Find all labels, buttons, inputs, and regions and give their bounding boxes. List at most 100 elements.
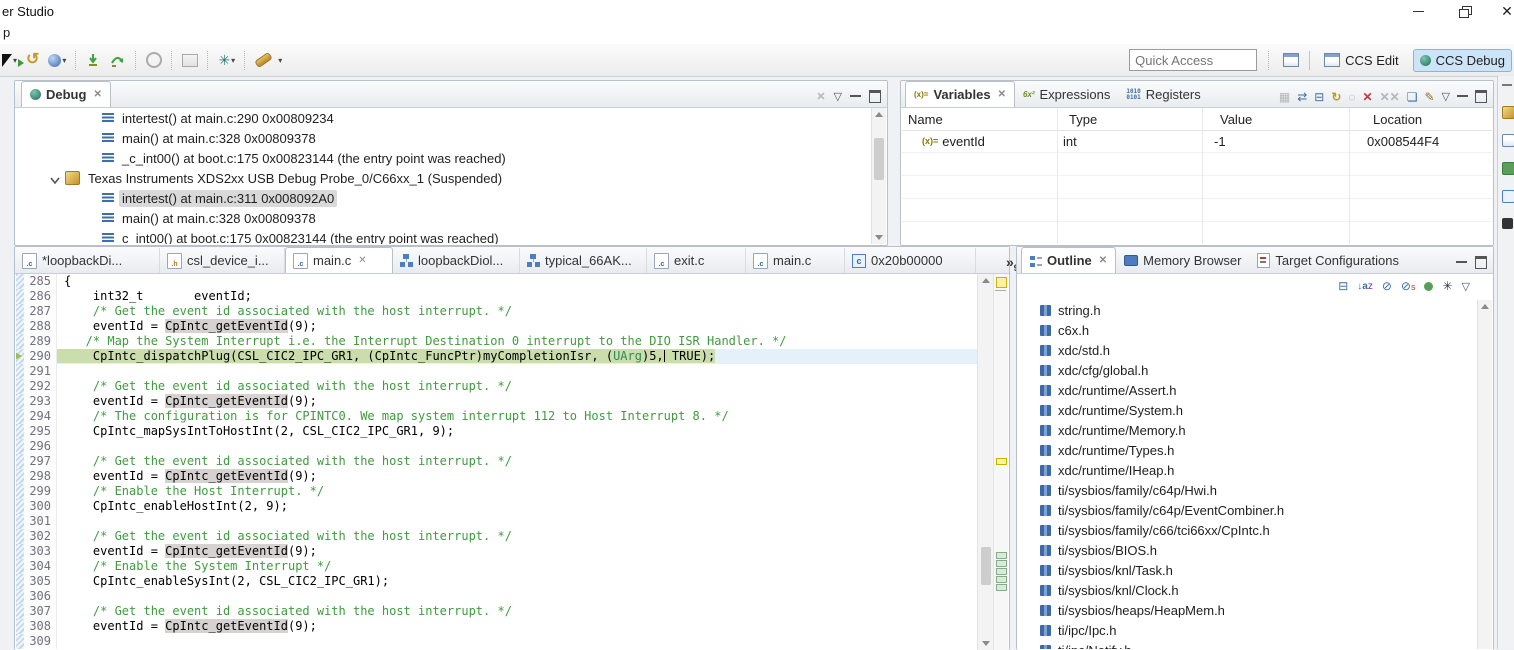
outline-item[interactable]: xdc/runtime/System.h (1018, 400, 1478, 420)
perspective-ccs-debug[interactable]: CCS Debug (1412, 48, 1512, 72)
debug-frame-row[interactable]: main() at main.c:328 0x00809378 (16, 128, 872, 148)
refresh-icon[interactable]: ↻ (1331, 91, 1341, 103)
highlight-button[interactable]: ▾ (253, 51, 284, 69)
trim-view-icon[interactable] (1502, 106, 1514, 119)
trim-view-icon[interactable] (1502, 190, 1514, 203)
code-line[interactable]: 306 (16, 589, 978, 604)
code-line[interactable]: 294 /* The configuration is for CPINTC0.… (16, 409, 978, 424)
debug-frame-row[interactable]: main() at main.c:328 0x00809378 (16, 208, 872, 228)
code-line[interactable]: 299 /* Enable the Host Interrupt. */ (16, 484, 978, 499)
code-line[interactable]: 290 CpIntc_dispatchPlug(CSL_CIC2_IPC_GR1… (16, 349, 978, 364)
editor-tab-main-c[interactable]: .c main.c (746, 248, 845, 273)
tab-target-configurations[interactable]: Target Configurations (1249, 248, 1407, 273)
outline-item[interactable]: xdc/cfg/global.h (1018, 360, 1478, 380)
quick-access-input[interactable] (1129, 49, 1258, 71)
column-name[interactable]: Name (902, 112, 1063, 127)
connect-target-button[interactable]: ▾ (46, 52, 68, 69)
close-icon[interactable]: ✕ (998, 89, 1006, 100)
code-line[interactable]: 292 /* Get the event id associated with … (16, 379, 978, 394)
close-icon[interactable]: ✕ (93, 89, 101, 100)
show-type-names-icon[interactable]: ▦ (1279, 91, 1290, 103)
tab-variables[interactable]: (x)= Variables ✕ (905, 81, 1015, 107)
change-marker[interactable] (996, 576, 1007, 583)
tab-memory-browser[interactable]: Memory Browser (1116, 248, 1249, 273)
outline-item[interactable]: ti/sysbios/family/c64p/EventCombiner.h (1018, 500, 1478, 520)
outline-item[interactable]: xdc/std.h (1018, 340, 1478, 360)
outline-item[interactable]: xdc/runtime/Types.h (1018, 440, 1478, 460)
open-perspective-button[interactable] (1281, 51, 1301, 69)
minimize-button[interactable] (1403, 3, 1433, 19)
remove-terminated-icon[interactable]: ✕ (816, 90, 825, 103)
code-line[interactable]: 291 (16, 364, 978, 379)
sort-alphabetically-icon[interactable]: ↓az (1357, 281, 1373, 292)
code-line[interactable]: 301 (16, 514, 978, 529)
maximize-view-icon[interactable] (1475, 256, 1487, 269)
code-line[interactable]: 305 CpIntc_enableSysInt(2, CSL_CIC2_IPC_… (16, 574, 978, 589)
suspend-button[interactable] (144, 50, 164, 70)
outline-item[interactable]: xdc/runtime/Memory.h (1018, 420, 1478, 440)
trace-button[interactable]: ✳ ▾ (216, 52, 237, 69)
code-line[interactable]: 307 /* Get the event id associated with … (16, 604, 978, 619)
new-watch-icon[interactable]: ❏ (1407, 91, 1418, 103)
code-line[interactable]: 293 eventId = CpIntc_getEventId(9); (16, 394, 978, 409)
view-menu-icon[interactable]: ▽ (834, 90, 842, 103)
collapse-all-icon[interactable]: ⊟ (1338, 279, 1348, 293)
code-line[interactable]: 295 CpIntc_mapSysIntToHostInt(2, CSL_CIC… (16, 424, 978, 439)
tab-debug[interactable]: Debug ✕ (21, 81, 111, 107)
console-button[interactable] (180, 52, 200, 69)
code-line[interactable]: 308 eventId = CpIntc_getEventId(9); (16, 619, 978, 634)
outline-item[interactable]: ti/sysbios/BIOS.h (1018, 540, 1478, 560)
minimize-view-icon[interactable] (1457, 92, 1468, 97)
show-logical-structure-icon[interactable]: ⇄ (1297, 91, 1307, 103)
code-line[interactable]: 296 (16, 439, 978, 454)
code-line[interactable]: 286 int32_t eventId; (16, 289, 978, 304)
restore-button[interactable] (1450, 3, 1480, 19)
column-value[interactable]: Value (1214, 112, 1367, 127)
code-line[interactable]: 287 /* Get the event id associated with … (16, 304, 978, 319)
overview-ruler[interactable] (993, 274, 1008, 650)
debug-frame-row[interactable]: Texas Instruments XDS2xx USB Debug Probe… (16, 168, 872, 188)
outline-item[interactable]: string.h (1018, 300, 1478, 320)
outline-item[interactable]: ti/sysbios/heaps/HeapMem.h (1018, 600, 1478, 620)
outline-item[interactable]: ti/sysbios/knl/Task.h (1018, 560, 1478, 580)
expander-icon[interactable] (50, 173, 60, 185)
select-tool-button[interactable]: ▾ (2, 52, 19, 69)
code-line[interactable]: 297 /* Get the event id associated with … (16, 454, 978, 469)
debug-frame-row[interactable]: _c_int00() at boot.c:175 0x00823144 (the… (16, 148, 872, 168)
remove-icon[interactable]: ✕ (1363, 91, 1373, 103)
editor-tab-csl-device-i-[interactable]: .h csl_device_i... (160, 248, 285, 273)
code-line[interactable]: 300 CpIntc_enableHostInt(2, 9); (16, 499, 978, 514)
outline-scrollbar[interactable] (1477, 300, 1492, 649)
perspective-ccs-edit[interactable]: CCS Edit (1318, 50, 1404, 71)
table-row[interactable]: (x)= eventId int -1 0x008544F4 (902, 130, 1492, 153)
editor-tab-exit-c[interactable]: .c exit.c (647, 248, 746, 273)
debug-frame-row[interactable]: c_int00() at boot.c:175 0x00823144 (the … (16, 228, 872, 244)
change-marker[interactable] (996, 552, 1007, 559)
change-marker[interactable] (996, 560, 1007, 567)
close-icon[interactable]: ✕ (358, 255, 366, 266)
code-line[interactable]: 298 eventId = CpIntc_getEventId(9); (16, 469, 978, 484)
debug-frame-row[interactable]: intertest() at main.c:290 0x00809234 (16, 108, 872, 128)
restart-button[interactable]: ↺ (18, 51, 41, 69)
collapse-all-icon[interactable]: ⊟ (1314, 91, 1324, 103)
change-marker[interactable] (996, 584, 1007, 591)
hide-static-members-icon[interactable]: ⊘s (1401, 279, 1416, 293)
code-line[interactable]: 285 { (16, 274, 978, 289)
code-editor[interactable]: 285{286 int32_t eventId; 287 /* Get the e… (16, 274, 978, 650)
change-marker[interactable] (996, 568, 1007, 575)
trim-view-icon[interactable] (1502, 162, 1514, 175)
code-line[interactable]: 288 eventId = CpIntc_getEventId(9); (16, 319, 978, 334)
outline-item[interactable]: ti/sysbios/family/c64p/Hwi.h (1018, 480, 1478, 500)
close-icon[interactable]: ✕ (1099, 255, 1107, 266)
code-line[interactable]: 309 (16, 634, 978, 649)
step-into-button[interactable] (84, 51, 103, 70)
editor-tab-typical-66ak-[interactable]: typical_66AK... (520, 248, 647, 273)
trim-view-icon[interactable] (1502, 218, 1513, 229)
outline-item[interactable]: ti/sysbios/knl/Clock.h (1018, 580, 1478, 600)
hide-inactive-icon[interactable]: ✳ (1442, 279, 1452, 293)
editor-tab-loopbackdiol-[interactable]: loopbackDiol... (393, 248, 520, 273)
column-type[interactable]: Type (1063, 112, 1214, 127)
occurrence-marker[interactable] (996, 458, 1007, 465)
view-menu-icon[interactable]: ▽ (1442, 90, 1450, 103)
outline-item[interactable]: c6x.h (1018, 320, 1478, 340)
